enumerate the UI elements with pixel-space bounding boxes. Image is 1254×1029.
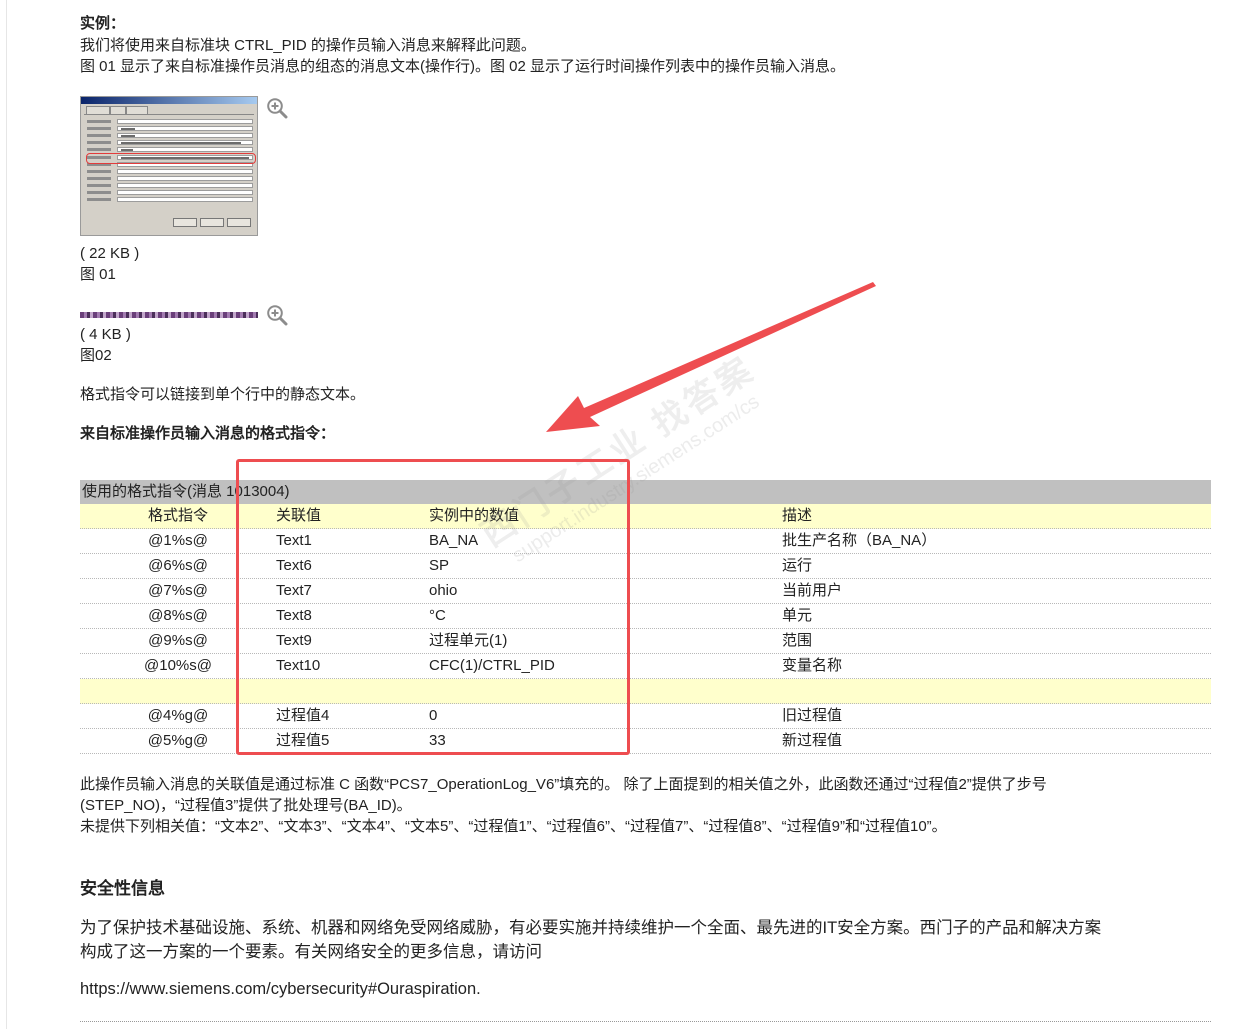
table-row: @5%g@ 过程值5 33 新过程值 <box>80 729 1211 754</box>
example-heading: 实例： <box>80 15 126 32</box>
column-header: 格式指令 <box>147 507 208 524</box>
footer-divider <box>80 1021 1211 1022</box>
table-cell: Text1 <box>276 532 312 549</box>
table-cell: Text6 <box>276 557 312 574</box>
table-cell: 过程值5 <box>276 732 330 749</box>
table-cell: BA_NA <box>429 532 479 549</box>
table-cell: @1%s@ <box>148 532 208 549</box>
table-title: 使用的格式指令(消息 1013004) <box>80 480 1211 504</box>
figure-01-caption: 图 01 <box>80 266 116 283</box>
figure-02-thumbnail[interactable] <box>80 312 258 318</box>
figure-02-size: ( 4 KB ) <box>80 326 131 343</box>
table-cell: 单元 <box>782 607 813 624</box>
table-cell: @4%g@ <box>147 707 209 724</box>
table-cell: 变量名称 <box>782 657 843 674</box>
security-title: 安全性信息 <box>80 879 165 898</box>
column-header: 描述 <box>782 507 813 524</box>
table-cell: SP <box>429 557 450 574</box>
column-header: 关联值 <box>276 507 322 524</box>
table-cell: 运行 <box>782 557 813 574</box>
table-row: @4%g@ 过程值4 0 旧过程值 <box>80 704 1211 729</box>
zoom-in-icon[interactable] <box>266 97 288 119</box>
format-note: 格式指令可以链接到单个行中的静态文本。 <box>80 386 366 403</box>
table-cell: 范围 <box>782 632 813 649</box>
table-cell: @8%s@ <box>148 607 208 624</box>
table-cell: @10%s@ <box>144 657 212 674</box>
zoom-in-icon[interactable] <box>266 304 288 326</box>
table-cell: @9%s@ <box>148 632 208 649</box>
table-row: @7%s@ Text7 ohio 当前用户 <box>80 579 1211 604</box>
red-annotation-arrow-icon <box>546 282 876 432</box>
table-cell: 新过程值 <box>782 732 843 749</box>
example-line-2: 图 01 显示了来自标准操作员消息的组态的消息文本(操作行)。图 02 显示了运… <box>80 58 846 75</box>
security-line-1: 为了保护技术基础设施、系统、机器和网络免受网络威胁，有必要实施并持续维护一个全面… <box>80 919 1102 937</box>
table-cell: 当前用户 <box>782 582 843 599</box>
table-cell: 过程单元(1) <box>429 632 508 649</box>
table-row-empty <box>80 679 1211 704</box>
table-cell: 33 <box>429 732 446 749</box>
table-cell: 旧过程值 <box>782 707 843 724</box>
table-cell: °C <box>429 607 446 624</box>
table-cell: @6%s@ <box>148 557 208 574</box>
figure-01-thumbnail[interactable] <box>80 96 258 236</box>
table-cell: @5%g@ <box>147 732 209 749</box>
table-cell: Text9 <box>276 632 312 649</box>
figure-01-size: ( 22 KB ) <box>80 245 140 262</box>
table-row: @8%s@ Text8 °C 单元 <box>80 604 1211 629</box>
table-cell: 过程值4 <box>276 707 330 724</box>
format-heading: 来自标准操作员输入消息的格式指令： <box>80 425 336 442</box>
table-row: @10%s@ Text10 CFC(1)/CTRL_PID 变量名称 <box>80 654 1211 679</box>
table-row: @1%s@ Text1 BA_NA 批生产名称（BA_NA） <box>80 529 1211 554</box>
left-page-border <box>6 0 7 1029</box>
explanation-line-3: 未提供下列相关值：“文本2”、“文本3”、“文本4”、“文本5”、“过程值1”、… <box>80 818 947 835</box>
table-cell: Text8 <box>276 607 312 624</box>
table-cell: ohio <box>429 582 458 599</box>
example-line-1: 我们将使用来自标准块 CTRL_PID 的操作员输入消息来解释此问题。 <box>80 37 536 54</box>
figure-02-caption: 图02 <box>80 347 112 364</box>
cybersecurity-link[interactable]: https://www.siemens.com/cybersecurity#Ou… <box>80 977 481 1001</box>
table-row: @6%s@ Text6 SP 运行 <box>80 554 1211 579</box>
table-cell: CFC(1)/CTRL_PID <box>429 657 555 674</box>
explanation-line-2: (STEP_NO)，“过程值3”提供了批处理号(BA_ID)。 <box>80 797 412 814</box>
table-cell: Text10 <box>276 657 321 674</box>
table-cell: Text7 <box>276 582 312 599</box>
table-cell: 批生产名称（BA_NA） <box>782 532 937 549</box>
column-header: 实例中的数值 <box>429 507 520 524</box>
table-cell: 0 <box>429 707 438 724</box>
explanation-line-1: 此操作员输入消息的关联值是通过标准 C 函数“PCS7_OperationLog… <box>80 776 1047 793</box>
table-column-header-row: 格式指令 关联值 实例中的数值 描述 <box>80 504 1211 529</box>
table-cell: @7%s@ <box>148 582 208 599</box>
table-row: @9%s@ Text9 过程单元(1) 范围 <box>80 629 1211 654</box>
security-line-2: 构成了这一方案的一个要素。有关网络安全的更多信息，请访问 <box>80 943 542 961</box>
format-instructions-table: 使用的格式指令(消息 1013004) 格式指令 关联值 实例中的数值 描述 @… <box>80 480 1211 754</box>
